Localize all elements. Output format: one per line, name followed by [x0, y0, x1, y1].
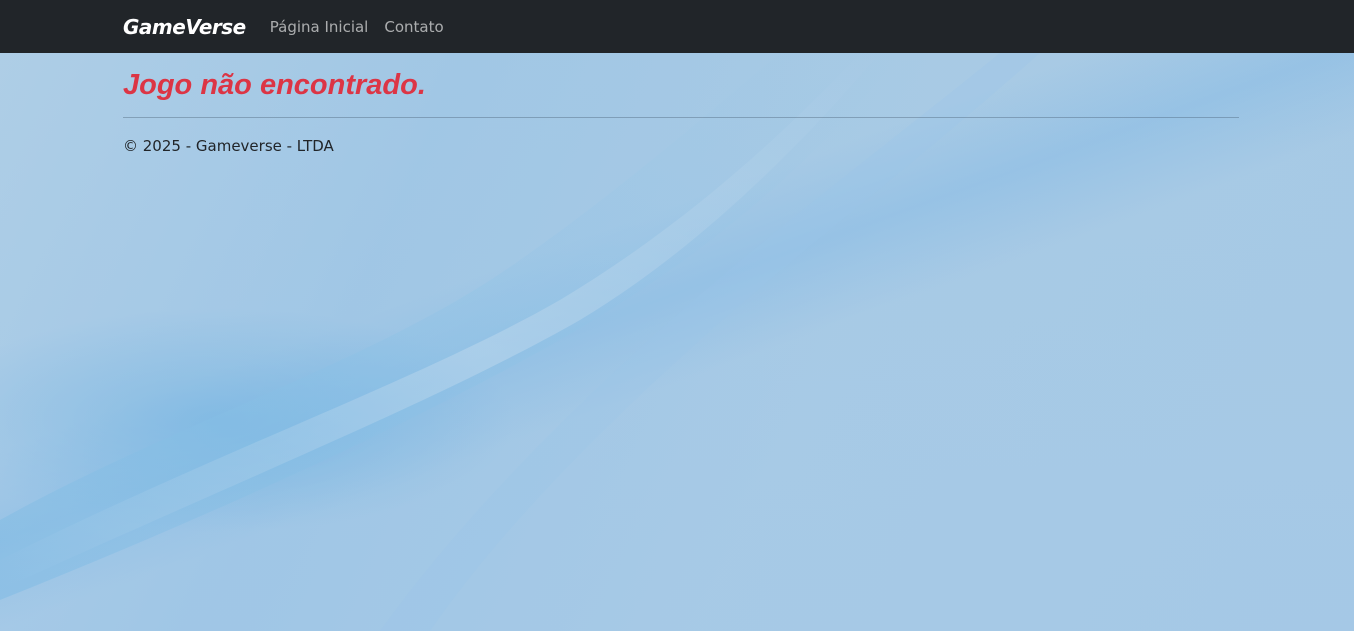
page-footer: © 2025 - Gameverse - LTDA: [123, 136, 1239, 156]
footer-divider: [123, 117, 1239, 118]
copyright-text: © 2025 - Gameverse - LTDA: [123, 137, 334, 155]
nav-link-contact[interactable]: Contato: [384, 18, 443, 36]
top-navbar: GameVerse Página Inicial Contato: [0, 0, 1354, 53]
not-found-message: Jogo não encontrado.: [123, 69, 426, 101]
nav-link-home[interactable]: Página Inicial: [270, 18, 369, 36]
main-container: Jogo não encontrado. © 2025 - Gameverse …: [123, 67, 1239, 156]
brand-logo-link[interactable]: GameVerse: [123, 15, 246, 39]
